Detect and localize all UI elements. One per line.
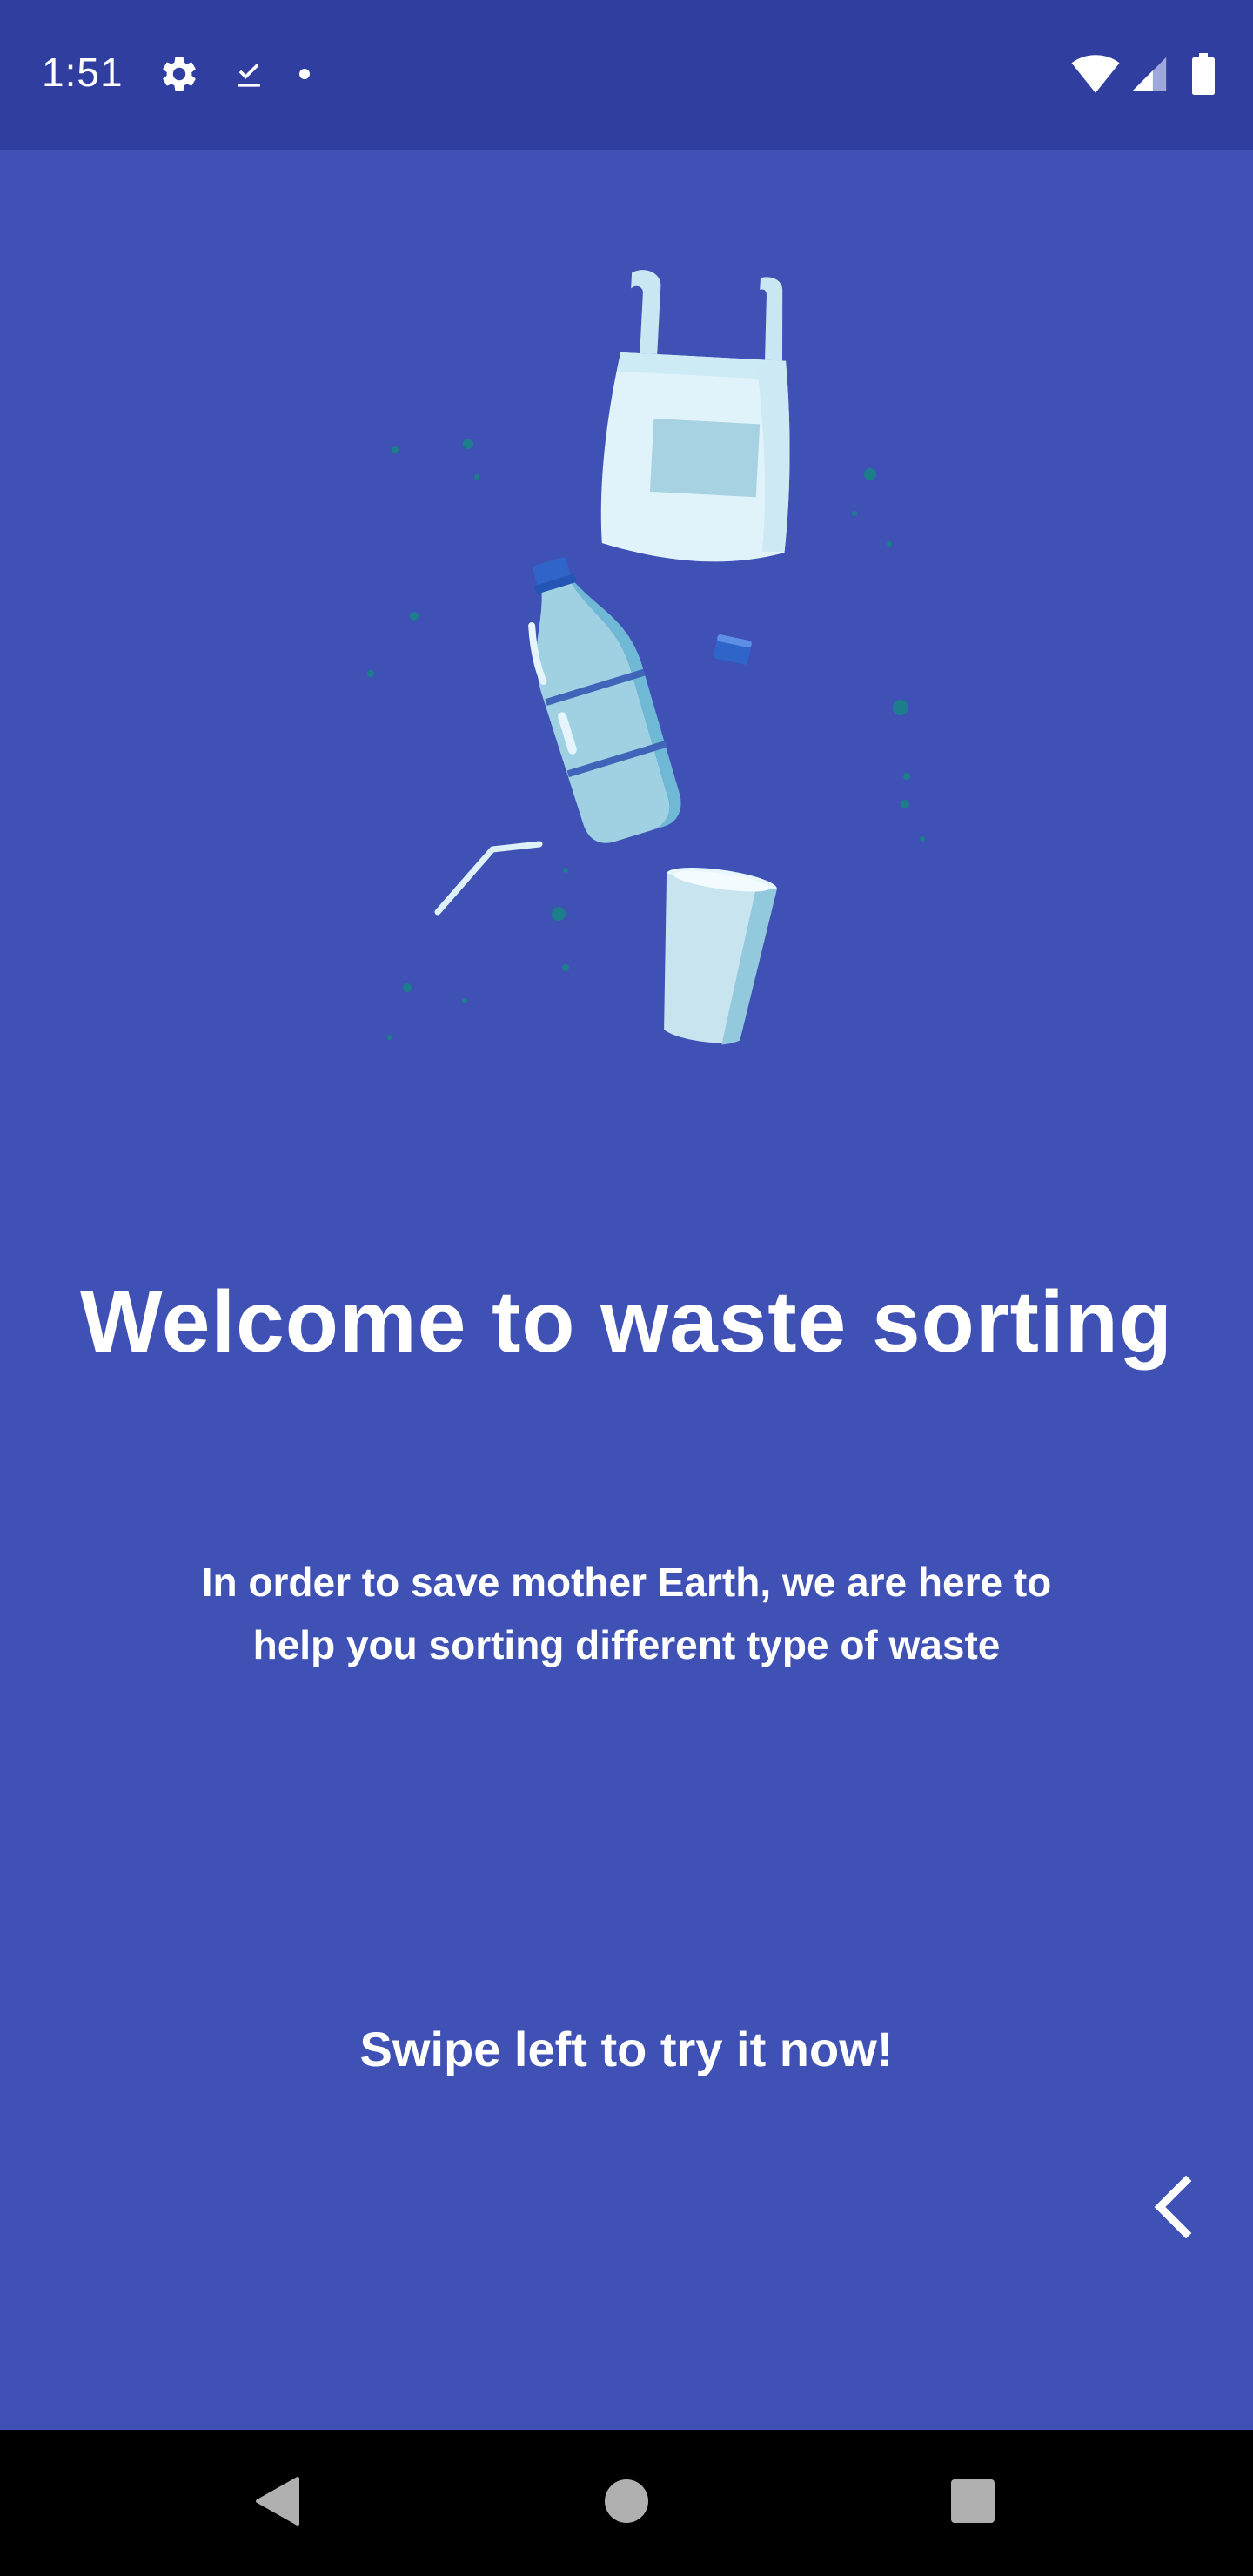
plastic-cup bbox=[664, 868, 777, 1045]
wifi-icon bbox=[1070, 54, 1121, 98]
status-system-icons bbox=[1070, 52, 1215, 99]
download-done-icon bbox=[230, 53, 268, 99]
subtitle-line-2: help you sorting different type of waste bbox=[252, 1622, 1001, 1667]
nav-back-button[interactable] bbox=[207, 2430, 346, 2576]
waste-illustration bbox=[331, 261, 957, 1079]
previous-page-button[interactable] bbox=[1140, 2167, 1206, 2251]
nav-home-button[interactable] bbox=[557, 2430, 696, 2576]
plastic-bag bbox=[600, 270, 790, 562]
onboarding-screen: 1:51 Welcome to waste sorting In order t… bbox=[0, 0, 1253, 2576]
swipe-hint: Swipe left to try it now! bbox=[359, 2022, 894, 2076]
notification-dot-icon bbox=[298, 67, 312, 85]
cell-signal-icon bbox=[1129, 54, 1169, 98]
welcome-subtitle: In order to save mother Earth, we are he… bbox=[148, 1551, 1105, 1676]
navigation-bar bbox=[0, 2430, 1253, 2576]
status-notification-icons bbox=[158, 52, 312, 99]
nav-recents-button[interactable] bbox=[903, 2430, 1042, 2576]
settings-icon bbox=[158, 53, 200, 99]
drinking-straw bbox=[434, 841, 543, 916]
recents-square-icon bbox=[949, 2478, 996, 2529]
back-triangle-icon bbox=[254, 2475, 299, 2532]
status-bar: 1:51 bbox=[0, 0, 1253, 150]
chevron-left-icon bbox=[1151, 2175, 1195, 2243]
plastic-bottle bbox=[528, 557, 681, 843]
welcome-title: Welcome to waste sorting bbox=[80, 1273, 1173, 1371]
status-time: 1:51 bbox=[42, 50, 124, 95]
subtitle-line-1: In order to save mother Earth, we are he… bbox=[201, 1560, 1052, 1605]
home-circle-icon bbox=[603, 2478, 650, 2529]
battery-icon bbox=[1192, 52, 1215, 99]
bottle-cap bbox=[714, 634, 752, 665]
